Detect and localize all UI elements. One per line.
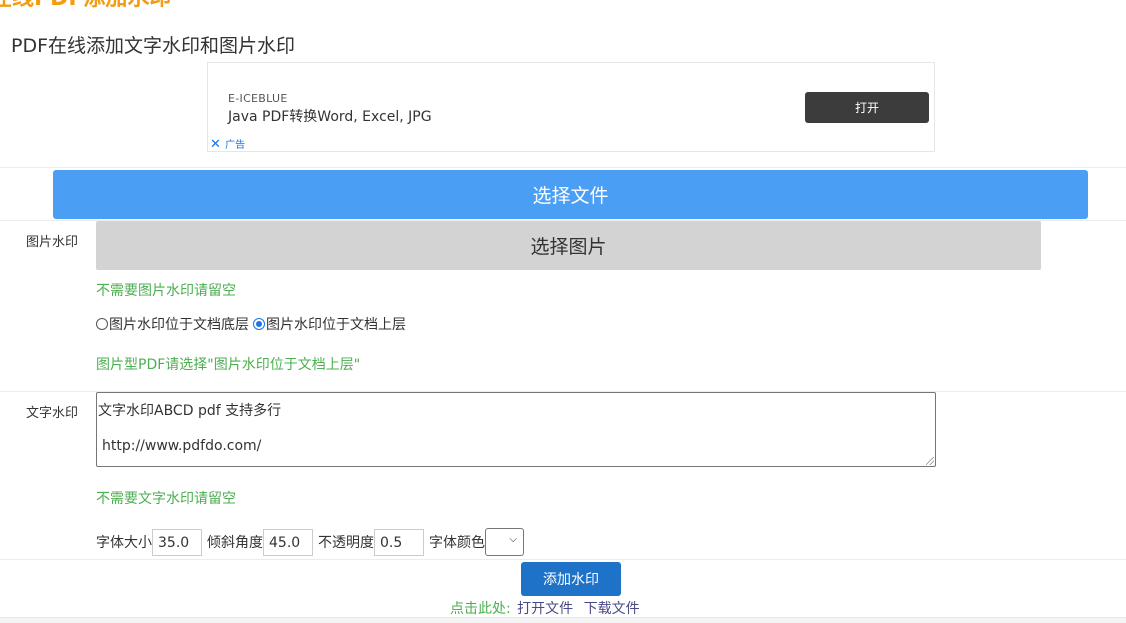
divider xyxy=(0,559,1126,560)
radio-top-layer-label[interactable]: 图片水印位于文档上层 xyxy=(266,314,406,334)
ad-choices[interactable]: ✕ 广告 xyxy=(210,136,245,152)
image-layer-options: 图片水印位于文档底层 图片水印位于文档上层 xyxy=(96,314,406,334)
text-watermark-label: 文字水印 xyxy=(26,406,79,421)
angle-input[interactable]: 45.0 xyxy=(263,528,313,556)
download-file-link[interactable]: 下载文件 xyxy=(584,601,640,617)
divider xyxy=(0,167,1126,168)
angle-label: 倾斜角度 xyxy=(207,535,263,551)
textarea-line-2: http://www.pdfdo.com/ xyxy=(102,438,262,454)
image-watermark-label: 图片水印 xyxy=(26,235,79,250)
page-title: PDF在线添加文字水印和图片水印 xyxy=(11,35,296,57)
ad-brand: E-ICEBLUE xyxy=(228,92,288,105)
ad-label: 广告 xyxy=(225,140,246,151)
ad-close-icon[interactable]: ✕ xyxy=(210,137,221,152)
open-file-link[interactable]: 打开文件 xyxy=(517,601,573,617)
links-prefix: 点击此处: xyxy=(450,601,511,617)
ad-banner[interactable]: E-ICEBLUE Java PDF转换Word, Excel, JPG 打开 … xyxy=(207,62,935,152)
choose-image-button[interactable]: 选择图片 xyxy=(96,221,1041,270)
textarea-line-1: 文字水印ABCD pdf 支持多行 xyxy=(98,403,282,419)
font-size-label: 字体大小 xyxy=(96,535,152,551)
result-links: 点击此处: 打开文件 下载文件 xyxy=(450,598,644,618)
image-watermark-empty-hint: 不需要图片水印请留空 xyxy=(96,283,236,299)
font-color-select[interactable]: ⌵ xyxy=(485,528,524,556)
opacity-input[interactable]: 0.5 xyxy=(374,528,424,556)
font-color-label: 字体颜色 xyxy=(429,535,485,551)
resize-grip-icon[interactable] xyxy=(926,457,934,465)
choose-file-button[interactable]: 选择文件 xyxy=(53,170,1088,219)
radio-bottom-layer-label[interactable]: 图片水印位于文档底层 xyxy=(109,314,249,334)
opacity-label: 不透明度 xyxy=(318,535,374,551)
font-size-input[interactable]: 35.0 xyxy=(152,528,202,556)
image-pdf-hint: 图片型PDF请选择"图片水印位于文档上层" xyxy=(96,357,361,373)
text-watermark-textarea[interactable]: 文字水印ABCD pdf 支持多行 http://www.pdfdo.com/ xyxy=(96,392,936,467)
page-bottom-border xyxy=(0,617,1126,623)
chevron-down-icon: ⌵ xyxy=(509,534,517,545)
ad-open-button[interactable]: 打开 xyxy=(805,92,929,123)
text-watermark-empty-hint: 不需要文字水印请留空 xyxy=(96,491,236,507)
radio-bottom-layer[interactable] xyxy=(96,318,108,330)
radio-top-layer[interactable] xyxy=(253,318,265,330)
site-title: 在线PDF添加水印 xyxy=(0,0,171,12)
ad-headline[interactable]: Java PDF转换Word, Excel, JPG xyxy=(228,106,432,126)
add-watermark-button[interactable]: 添加水印 xyxy=(521,562,621,596)
watermark-settings: 字体大小 35.0 倾斜角度 45.0 不透明度 0.5 字体颜色 ⌵ xyxy=(96,528,524,556)
